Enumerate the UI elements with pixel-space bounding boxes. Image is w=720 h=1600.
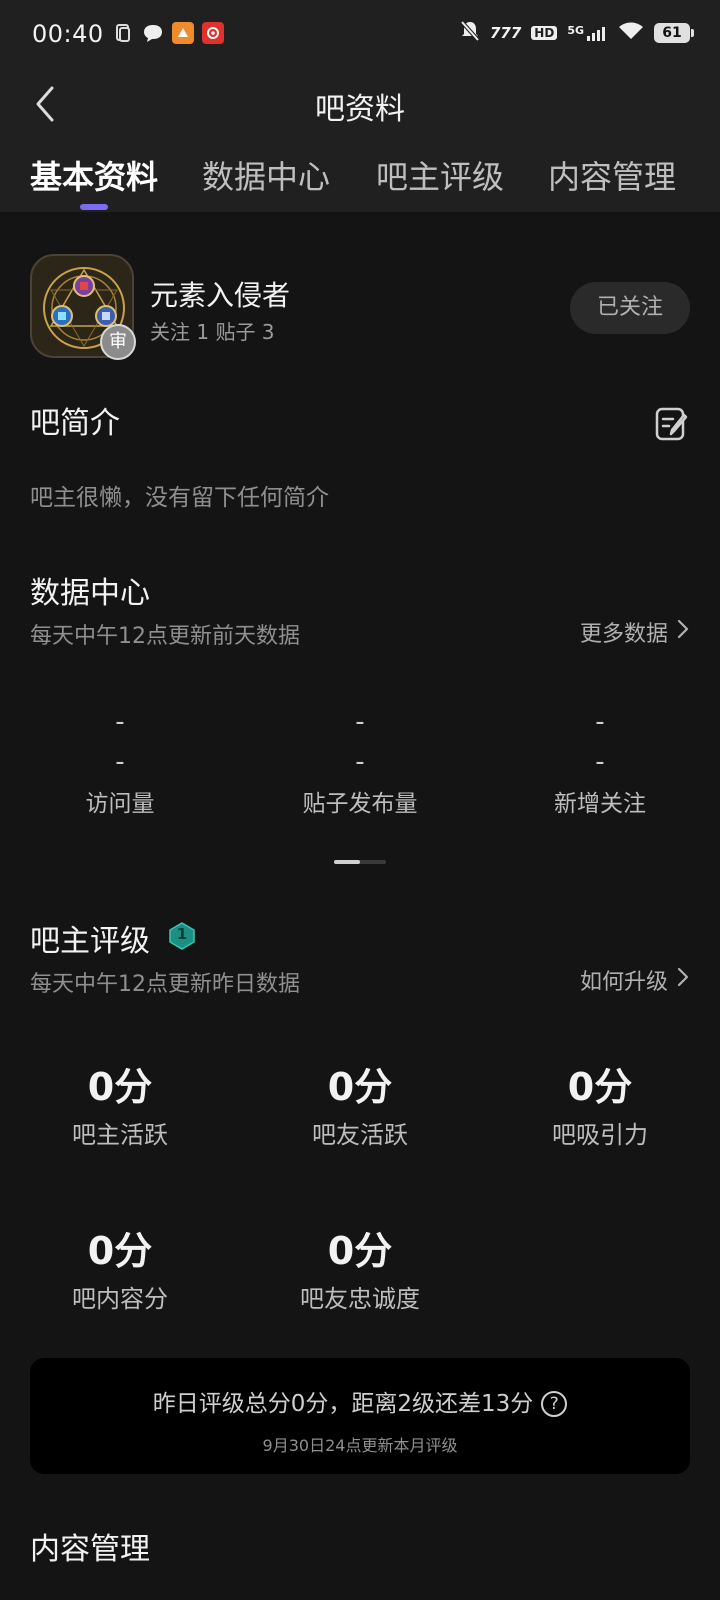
tab-bar: 基本资料 数据中心 吧主评级 内容管理	[0, 142, 720, 212]
score-member-activity[interactable]: 0分 吧友活跃	[240, 1056, 480, 1150]
score-attraction[interactable]: 0分 吧吸引力	[480, 1056, 720, 1150]
score-value: 0分	[567, 1065, 633, 1109]
page-indicator	[334, 860, 386, 864]
data-label: 贴子发布量	[302, 791, 418, 817]
score-value: 0分	[87, 1065, 153, 1109]
network-speed: 777	[489, 24, 522, 42]
data-item-posts[interactable]: - - 贴子发布量	[240, 702, 480, 818]
wifi-icon	[618, 21, 644, 45]
score-label: 吧主活跃	[72, 1121, 168, 1149]
notification-icons	[112, 22, 224, 44]
score-value: 0分	[87, 1229, 153, 1273]
score-label: 吧友忠诚度	[300, 1285, 420, 1313]
rating-summary-text: 昨日评级总分0分，距离2级还差13分	[152, 1391, 534, 1417]
mute-bell-icon	[460, 20, 480, 46]
chevron-right-icon	[676, 617, 690, 647]
score-value: 0分	[327, 1065, 393, 1109]
score-label: 吧友活跃	[312, 1121, 408, 1149]
forum-name: 元素入侵者	[150, 279, 291, 312]
hd-badge: HD	[531, 26, 558, 40]
chevron-right-icon	[676, 965, 690, 995]
app-red-icon	[202, 22, 224, 44]
data-value: -	[115, 747, 125, 777]
score-value: 0分	[327, 1229, 393, 1273]
how-to-upgrade-link[interactable]: 如何升级	[580, 964, 690, 996]
active-tab-indicator	[80, 204, 108, 210]
level-number: 1	[176, 925, 188, 943]
data-center-subtitle: 每天中午12点更新前天数据	[30, 624, 300, 649]
rating-section-title: 吧主评级	[30, 924, 150, 959]
battery-icon: 61	[654, 23, 694, 43]
intro-text: 吧主很懒，没有留下任何简介	[30, 485, 329, 511]
tab-owner-rating[interactable]: 吧主评级	[376, 152, 504, 198]
score-loyalty[interactable]: 0分 吧友忠诚度	[240, 1220, 480, 1314]
rating-update-note: 9月30日24点更新本月评级	[262, 1436, 458, 1455]
score-content[interactable]: 0分 吧内容分	[0, 1220, 240, 1314]
cellular-signal-icon: 5G	[567, 24, 608, 42]
data-label: 访问量	[85, 791, 155, 817]
status-bar: 00:40 777 HD 5G 61	[0, 0, 720, 70]
status-time: 00:40	[32, 20, 104, 48]
score-label: 吧吸引力	[552, 1121, 648, 1149]
rating-subtitle: 每天中午12点更新昨日数据	[30, 972, 300, 997]
more-data-label: 更多数据	[579, 622, 668, 647]
data-value: -	[595, 707, 605, 737]
review-status-badge: 审	[100, 324, 136, 360]
data-item-new-follows[interactable]: - - 新增关注	[480, 702, 720, 818]
data-value: -	[115, 707, 125, 737]
data-item-visits[interactable]: - - 访问量	[0, 702, 240, 818]
app-orange-icon	[172, 22, 194, 44]
content-management-title: 内容管理	[30, 1532, 150, 1567]
rating-summary-box: 昨日评级总分0分，距离2级还差13分? 9月30日24点更新本月评级	[30, 1358, 690, 1474]
data-value: -	[355, 747, 365, 777]
rating-summary: 昨日评级总分0分，距离2级还差13分?	[30, 1384, 690, 1418]
help-icon[interactable]: ?	[541, 1391, 568, 1417]
page-indicator-active	[334, 860, 360, 864]
navigation-bar: 吧资料	[0, 70, 720, 142]
network-type: 5G	[567, 24, 584, 37]
more-data-link[interactable]: 更多数据	[580, 616, 690, 648]
upgrade-label: 如何升级	[579, 970, 668, 995]
tab-basic-info[interactable]: 基本资料	[30, 152, 158, 198]
followed-button[interactable]: 已关注	[570, 282, 690, 334]
score-owner-activity[interactable]: 0分 吧主活跃	[0, 1056, 240, 1150]
data-value: -	[595, 747, 605, 777]
chat-bubble-icon	[142, 22, 164, 44]
data-center-title: 数据中心	[30, 576, 150, 611]
intro-section-title: 吧简介	[30, 406, 120, 441]
tab-data-center[interactable]: 数据中心	[202, 152, 330, 198]
level-badge-icon: 1	[168, 922, 196, 950]
tab-content-management[interactable]: 内容管理	[548, 152, 676, 198]
data-label: 新增关注	[554, 791, 646, 817]
system-status: 777 HD 5G 61	[460, 20, 694, 46]
score-label: 吧内容分	[72, 1285, 168, 1313]
forum-stats: 关注 1 贴子 3	[150, 320, 275, 344]
document-icon	[112, 22, 134, 44]
forum-info-card: 审 元素入侵者 关注 1 贴子 3 已关注	[30, 254, 690, 362]
page-title: 吧资料	[315, 92, 405, 127]
data-value: -	[355, 707, 365, 737]
edit-icon[interactable]	[654, 406, 690, 442]
